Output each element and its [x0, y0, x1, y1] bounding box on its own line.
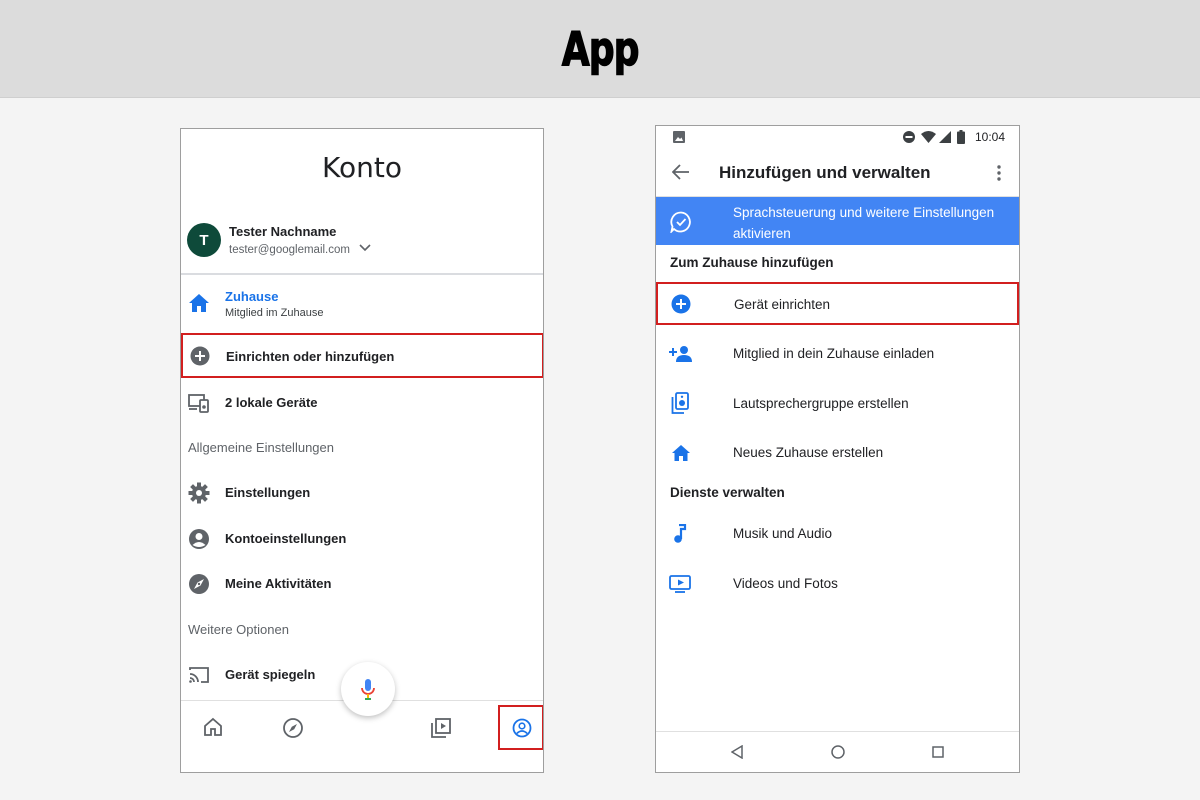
account-screen: Konto T Tester Nachname tester@googlemai…	[180, 128, 544, 773]
music-note-icon	[673, 524, 687, 544]
back-arrow-icon[interactable]	[672, 164, 690, 180]
section-more-options: Weitere Optionen	[188, 622, 289, 637]
chevron-down-icon[interactable]	[359, 243, 371, 253]
microphone-icon	[360, 677, 376, 701]
status-time: 10:04	[974, 130, 1005, 144]
compass-icon	[188, 573, 210, 595]
account-settings-row[interactable]: Kontoeinstellungen	[181, 523, 543, 555]
header-banner: App	[0, 0, 1200, 98]
setup-device-label: Gerät einrichten	[734, 297, 831, 312]
user-email: tester@googlemail.com	[229, 244, 350, 256]
mirror-device-label: Gerät spiegeln	[225, 667, 316, 682]
section-general-settings: Allgemeine Einstellungen	[188, 440, 334, 455]
account-settings-label: Kontoeinstellungen	[225, 531, 347, 546]
invite-member-label: Mitglied in dein Zuhause einladen	[733, 346, 935, 361]
more-vert-icon[interactable]	[997, 165, 1001, 181]
music-audio-row[interactable]: Musik und Audio	[656, 518, 1019, 552]
speaker-group-label: Lautsprechergruppe erstellen	[733, 396, 909, 411]
setup-add-row[interactable]: Einrichten oder hinzufügen	[181, 333, 543, 378]
cast-icon	[188, 665, 210, 685]
local-devices-row[interactable]: 2 lokale Geräte	[181, 387, 543, 423]
mirror-device-row[interactable]: Gerät spiegeln	[181, 659, 331, 691]
setup-device-row[interactable]: Gerät einrichten	[656, 282, 1019, 325]
invite-member-row[interactable]: Mitglied in dein Zuhause einladen	[656, 338, 1019, 372]
speaker-group-icon	[671, 392, 689, 414]
activities-label: Meine Aktivitäten	[225, 576, 332, 591]
home-row[interactable]: Zuhause Mitglied im Zuhause	[181, 281, 543, 325]
person-add-icon	[669, 344, 693, 364]
devices-icon	[188, 393, 210, 413]
avatar[interactable]: T	[187, 223, 221, 257]
new-home-label: Neues Zuhause erstellen	[733, 445, 884, 460]
battery-icon	[957, 130, 965, 144]
system-nav-divider	[656, 731, 1019, 732]
settings-label: Einstellungen	[225, 485, 311, 500]
do-not-disturb-icon	[903, 131, 915, 143]
section-add-to-home: Zum Zuhause hinzufügen	[670, 255, 834, 270]
nav-back-icon[interactable]	[731, 745, 743, 759]
banner-title: App	[561, 21, 640, 77]
new-home-row[interactable]: Neues Zuhause erstellen	[656, 437, 1019, 471]
section-manage-services: Dienste verwalten	[670, 485, 785, 500]
voice-settings-text: Sprachsteuerung und weitere Einstellunge…	[733, 205, 995, 241]
page-title: Hinzufügen und verwalten	[719, 163, 931, 182]
microphone-button[interactable]	[341, 662, 395, 716]
add-circle-icon	[671, 294, 691, 314]
speaker-group-row[interactable]: Lautsprechergruppe erstellen	[656, 388, 1019, 422]
nav-account-icon	[512, 718, 532, 738]
add-manage-screen: 10:04 Hinzufügen und verwalten Sprachste…	[655, 125, 1020, 773]
local-devices-label: 2 lokale Geräte	[225, 395, 318, 410]
settings-row[interactable]: Einstellungen	[181, 477, 543, 509]
gear-icon	[188, 482, 210, 504]
voice-settings-banner[interactable]: Sprachsteuerung und weitere Einstellunge…	[656, 197, 1019, 245]
divider	[181, 273, 543, 275]
cell-signal-icon	[939, 131, 951, 143]
wifi-icon	[921, 131, 936, 143]
home-sublabel: Mitglied im Zuhause	[225, 307, 324, 319]
videos-photos-row[interactable]: Videos und Fotos	[656, 568, 1019, 602]
nav-media-icon[interactable]	[430, 717, 452, 739]
add-circle-icon	[190, 346, 210, 366]
videos-photos-label: Videos und Fotos	[733, 576, 838, 591]
account-circle-icon	[188, 528, 210, 550]
nav-recents-icon[interactable]	[932, 746, 944, 758]
home-icon	[671, 444, 691, 462]
nav-home-circle-icon[interactable]	[831, 745, 845, 759]
video-library-icon	[669, 575, 691, 593]
nav-account-button[interactable]	[498, 705, 543, 750]
activities-row[interactable]: Meine Aktivitäten	[181, 568, 543, 600]
nav-home-icon[interactable]	[203, 717, 223, 737]
status-bar: 10:04	[656, 126, 1019, 148]
image-icon	[673, 131, 685, 143]
setup-add-label: Einrichten oder hinzufügen	[226, 349, 395, 364]
home-label: Zuhause	[225, 289, 279, 304]
home-icon	[188, 293, 210, 313]
user-name: Tester Nachname	[229, 224, 337, 239]
music-audio-label: Musik und Audio	[733, 526, 833, 541]
page-title: Konto	[322, 151, 402, 184]
nav-explore-icon[interactable]	[282, 717, 304, 739]
speech-check-icon	[670, 211, 692, 233]
